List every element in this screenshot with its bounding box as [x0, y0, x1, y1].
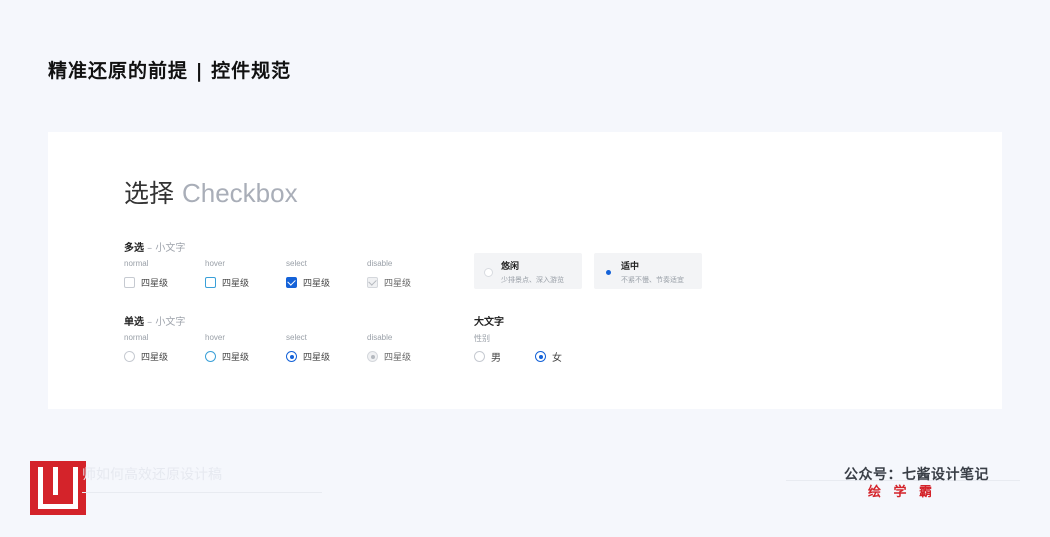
radio-label: 四星级 — [222, 353, 250, 363]
single-title-text: 单选 — [124, 317, 144, 328]
checkbox-label: 四星级 — [384, 279, 412, 289]
check-icon — [368, 277, 377, 286]
radio-disabled: 四星级 — [367, 350, 411, 363]
page-title: 精准还原的前提 | 控件规范 — [48, 60, 292, 82]
multi-state-hover: hover — [205, 259, 226, 268]
checkbox-label: 四星级 — [303, 279, 331, 289]
multi-subtitle-text: – 小文字 — [144, 243, 186, 254]
checkbox-label: 四星级 — [141, 279, 169, 289]
multi-state-normal: normal — [124, 259, 149, 268]
single-state-disable: disable — [367, 333, 393, 342]
radio-selected[interactable]: 四星级 — [286, 350, 330, 363]
radio-male-circle[interactable] — [474, 351, 485, 362]
checkbox-spec-card: 选择 Checkbox 多选 – 小文字 normal hover select… — [48, 132, 1002, 409]
multi-state-disable: disable — [367, 259, 393, 268]
checkbox-label: 四星级 — [222, 279, 250, 289]
multi-select-title: 多选 – 小文字 — [124, 239, 185, 254]
checkbox-selected[interactable]: 四星级 — [286, 276, 330, 289]
radio-dot-icon — [538, 354, 543, 359]
multi-title-text: 多选 — [124, 243, 144, 254]
radio-hover-circle[interactable] — [205, 351, 216, 362]
radio-female-circle[interactable] — [535, 351, 546, 362]
heading-cn: 选择 — [124, 179, 175, 208]
radio-male-label: 男 — [491, 353, 501, 364]
multi-state-select: select — [286, 259, 307, 268]
radio-dot-icon — [370, 354, 375, 359]
tile-desc: 不紧不慢、节奏适宜 — [621, 276, 684, 284]
radio-normal-circle[interactable] — [124, 351, 135, 362]
radio-normal[interactable]: 四星级 — [124, 350, 168, 363]
radio-male[interactable]: 男 — [474, 349, 501, 364]
radio-disabled-circle — [367, 351, 378, 362]
brand-logo — [30, 461, 86, 515]
brand-name: 绘 学 霸 — [868, 485, 937, 500]
radio-unselected-icon — [484, 268, 493, 277]
checkbox-selected-box[interactable] — [286, 277, 297, 288]
radio-female-label: 女 — [552, 353, 562, 364]
single-state-select: select — [286, 333, 307, 342]
radio-label: 四星级 — [141, 353, 169, 363]
single-state-normal: normal — [124, 333, 149, 342]
footer-divider — [82, 492, 322, 493]
tile-desc: 少排景点、深入游览 — [501, 276, 564, 284]
gender-field-label: 性别 — [474, 334, 490, 343]
checkbox-normal-box[interactable] — [124, 277, 135, 288]
checkbox-normal[interactable]: 四星级 — [124, 276, 168, 289]
radio-label: 四星级 — [303, 353, 331, 363]
radio-label: 四星级 — [384, 353, 412, 363]
heading-en: Checkbox — [181, 178, 298, 208]
radio-hover[interactable]: 四星级 — [205, 350, 249, 363]
radio-female[interactable]: 女 — [535, 349, 562, 364]
checkbox-hover-box[interactable] — [205, 277, 216, 288]
option-tile-moderate[interactable]: 适中 不紧不慢、节奏适宜 — [594, 253, 702, 289]
radio-selected-icon — [604, 268, 613, 277]
section-heading: 选择 Checkbox — [124, 174, 298, 210]
checkbox-disabled-box — [367, 277, 378, 288]
single-select-title: 单选 – 小文字 — [124, 313, 185, 328]
tile-title: 悠闲 — [501, 262, 520, 272]
check-icon — [287, 277, 296, 286]
checkbox-hover[interactable]: 四星级 — [205, 276, 249, 289]
tile-title: 适中 — [621, 262, 640, 272]
footer-left-text: 师如何高效还原设计稿 — [82, 467, 222, 483]
large-text-title: 大文字 — [474, 317, 504, 328]
radio-dot-icon — [289, 354, 294, 359]
checkbox-disabled: 四星级 — [367, 276, 411, 289]
option-tile-relaxed[interactable]: 悠闲 少排景点、深入游览 — [474, 253, 582, 289]
single-subtitle-text: – 小文字 — [144, 317, 186, 328]
footer-watermark: 师如何高效还原设计稿 公众号：七酱设计笔记 绘 学 霸 — [0, 440, 1050, 537]
radio-selected-circle[interactable] — [286, 351, 297, 362]
single-state-hover: hover — [205, 333, 226, 342]
